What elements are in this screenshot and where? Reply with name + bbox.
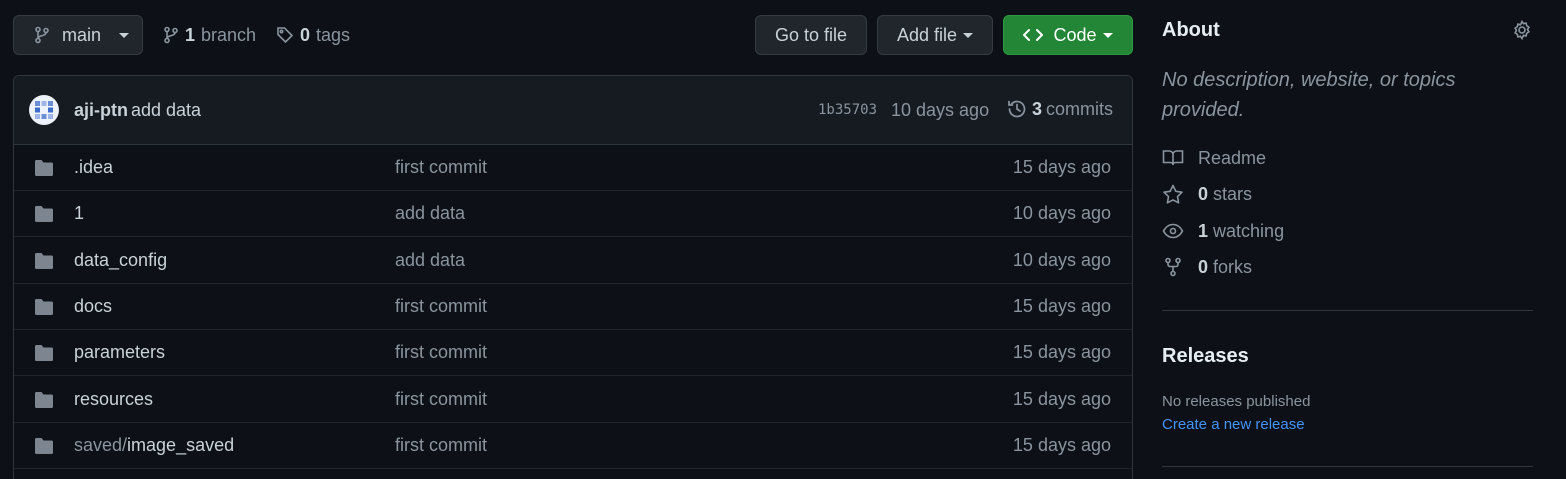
sidebar-divider [1162,310,1533,311]
go-to-file-label: Go to file [774,24,848,45]
file-name: resources [74,388,154,409]
add-file-button[interactable]: Add file [877,15,993,55]
no-releases-text: No releases published [1162,393,1311,410]
git-branch-icon [163,26,179,44]
folder-icon [34,298,54,316]
commit-message-link[interactable]: first commit [395,296,487,317]
forks-link[interactable]: 0 forks [1162,255,1252,279]
commit-age: 15 days ago [1012,295,1111,316]
forks-count: 0 [1198,256,1209,277]
folder-icon [34,344,54,362]
readme-label: Readme [1198,147,1267,168]
file-name: .idea [74,157,114,177]
watching-label: watching [1213,220,1285,241]
commit-age: 10 days ago [1012,249,1111,270]
folder-icon [34,252,54,270]
chevron-down-icon [119,32,130,38]
stars-label: stars [1213,183,1253,204]
go-to-file-button[interactable]: Go to file [755,15,867,55]
file-name-link[interactable]: 1 [74,203,84,224]
branch-select-button[interactable]: main [13,15,143,55]
commit-message-link[interactable]: add data [395,250,465,271]
folder-icon [34,391,54,409]
commit-message-link[interactable]: first commit [395,342,487,363]
add-file-label: Add file [896,24,958,45]
tag-label: tags [316,24,351,45]
code-label: Code [1053,24,1097,45]
table-row[interactable]: .idea first commit 15 days ago [14,145,1132,191]
file-name-link[interactable]: data_config [74,250,167,271]
folder-icon [34,159,54,177]
sidebar-divider [1162,466,1533,467]
file-name: 1 [74,203,85,224]
commit-message-link[interactable]: first commit [395,435,487,456]
latest-commit-bar: aji-ptn add data 1b35703 10 days ago 3 c… [14,76,1132,145]
readme-link[interactable]: Readme [1162,146,1266,170]
stars-link[interactable]: 0 stars [1162,182,1252,206]
tag-icon [276,26,294,44]
commits-link[interactable]: 3 commits [1006,98,1113,120]
table-row[interactable]: resources first commit 15 days ago [14,377,1132,423]
commit-age: 15 days ago [1012,342,1111,363]
avatar[interactable] [29,95,59,125]
commit-author-link[interactable]: aji-ptn [74,100,128,121]
git-branch-icon [34,26,50,44]
file-name: docs [74,295,113,316]
book-icon [1162,149,1184,167]
commit-age: 15 days ago [1012,388,1111,409]
file-name-link[interactable]: parameters [74,342,165,363]
create-release-link[interactable]: Create a new release [1162,416,1305,433]
table-row[interactable]: parameters first commit 15 days ago [14,330,1132,377]
about-heading: About [1162,19,1220,41]
history-icon [1006,98,1028,120]
chevron-down-icon [963,32,974,38]
file-path-prefix: saved/ [74,434,128,455]
table-row[interactable]: docs first commit 15 days ago [14,284,1132,330]
file-name-link[interactable]: resources [74,389,153,410]
file-name: image_saved [127,434,235,455]
branches-link[interactable]: 1 branch [163,15,256,55]
table-row[interactable]: 1 add data 10 days ago [14,191,1132,238]
branch-name: main [62,24,102,45]
code-icon [1023,27,1044,43]
gear-icon[interactable] [1512,20,1532,40]
file-name: parameters [74,342,166,363]
commit-age: 15 days ago [1012,434,1111,455]
commit-label: commits [1046,98,1114,119]
releases-heading[interactable]: Releases [1162,345,1249,368]
tags-link[interactable]: 0 tags [276,15,350,55]
commit-message-link[interactable]: first commit [395,157,487,178]
commit-age: 15 days ago [1012,157,1111,177]
table-row[interactable]: saved/image_saved first commit 15 days ago [14,423,1132,469]
branch-label: branch [201,24,257,45]
about-description: No description, website, or topics provi… [1162,69,1456,121]
file-name-link[interactable]: docs [74,296,112,317]
commit-sha-link[interactable]: 1b35703 [818,102,877,118]
forks-label: forks [1213,256,1253,277]
stars-count: 0 [1198,183,1209,204]
file-list: aji-ptn add data 1b35703 10 days ago 3 c… [13,75,1133,479]
watching-count: 1 [1198,220,1209,241]
watching-link[interactable]: 1 watching [1162,219,1284,243]
commit-message-link[interactable]: add data [395,203,465,224]
file-name-link[interactable]: .idea [74,157,113,178]
file-name: data_config [74,249,168,270]
file-name-link[interactable]: saved/image_saved [74,435,234,456]
tag-count: 0 [300,24,311,45]
eye-icon [1162,222,1184,240]
commit-time: 10 days ago [891,100,990,120]
repo-forked-icon [1162,257,1184,277]
folder-icon [34,205,54,223]
commit-count: 3 [1032,98,1043,119]
chevron-down-icon [1102,32,1113,38]
branch-count: 1 [185,24,196,45]
commit-message-link[interactable]: add data [131,100,201,121]
commit-message-link[interactable]: first commit [395,389,487,410]
table-row[interactable]: data_config add data 10 days ago [14,238,1132,284]
folder-icon [34,437,54,455]
star-icon [1162,184,1184,204]
code-button[interactable]: Code [1003,15,1133,55]
repo-toolbar: main 1 branch 0 tags Go to file Add file [13,15,1133,55]
commit-age: 10 days ago [1012,203,1111,224]
